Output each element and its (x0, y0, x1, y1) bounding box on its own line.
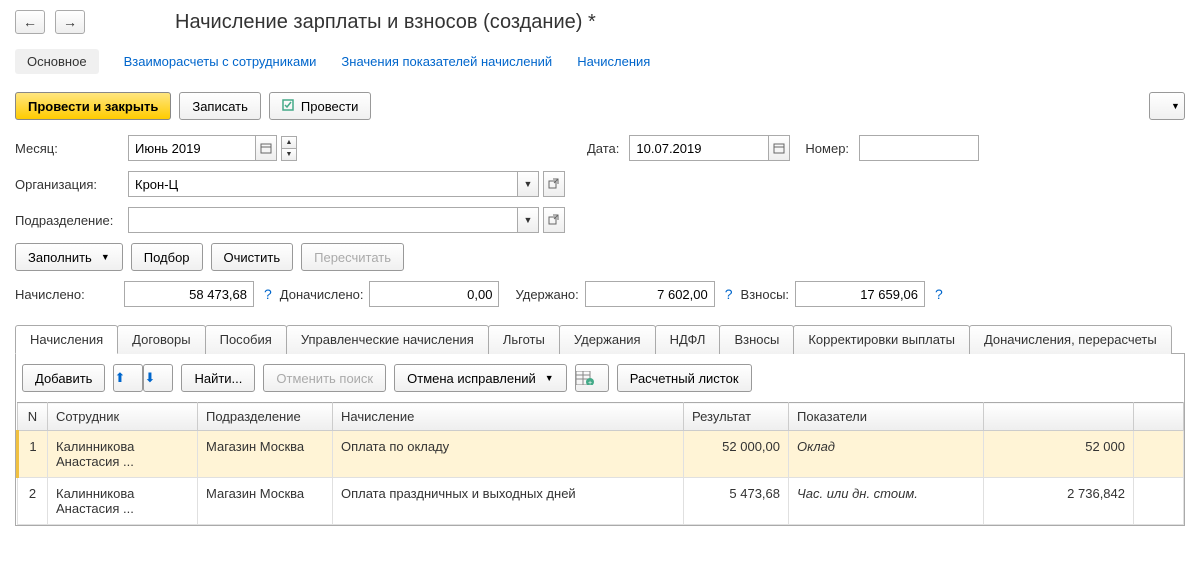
table-row[interactable]: 2 Калинникова Анастасия ... Магазин Моск… (18, 478, 1184, 525)
help-icon[interactable]: ? (935, 286, 943, 302)
accrued-label: Начислено: (15, 287, 118, 302)
col-dept[interactable]: Подразделение (198, 403, 333, 431)
col-extra[interactable] (1134, 403, 1184, 431)
additional-label: Доначислено: (280, 287, 364, 302)
post-and-close-button[interactable]: Провести и закрыть (15, 92, 171, 120)
find-button[interactable]: Найти... (181, 364, 255, 392)
tab-management[interactable]: Управленческие начисления (286, 325, 489, 354)
dept-dropdown-button[interactable]: ▼ (517, 207, 539, 233)
save-button[interactable]: Записать (179, 92, 261, 120)
org-dropdown-button[interactable]: ▼ (517, 171, 539, 197)
chevron-down-icon: ▼ (101, 252, 110, 262)
svg-text:+: + (588, 380, 592, 385)
link-accruals[interactable]: Начисления (577, 54, 650, 69)
dept-label: Подразделение: (15, 213, 118, 228)
accruals-table: N Сотрудник Подразделение Начисление Рез… (16, 402, 1184, 525)
dept-open-button[interactable] (543, 207, 565, 233)
contrib-label: Взносы: (741, 287, 790, 302)
recalc-button[interactable]: Пересчитать (301, 243, 404, 271)
number-input[interactable] (859, 135, 979, 161)
payslip-button[interactable]: Расчетный листок (617, 364, 752, 392)
forward-button[interactable]: → (55, 10, 85, 34)
tab-contracts[interactable]: Договоры (117, 325, 205, 354)
month-input[interactable] (128, 135, 256, 161)
add-button[interactable]: Добавить (22, 364, 105, 392)
cancel-search-button[interactable]: Отменить поиск (263, 364, 386, 392)
chevron-down-icon: ▼ (524, 179, 533, 189)
open-icon (548, 178, 560, 190)
tab-contributions[interactable]: Взносы (719, 325, 794, 354)
post-button[interactable]: Провести (269, 92, 372, 120)
org-open-button[interactable] (543, 171, 565, 197)
tab-additional[interactable]: Доначисления, перерасчеты (969, 325, 1172, 354)
columns-icon: + (576, 371, 594, 385)
chevron-down-icon: ▼ (524, 215, 533, 225)
chevron-down-icon: ▼ (1171, 101, 1180, 111)
move-up-button[interactable]: ⬆ (113, 364, 143, 392)
calendar-button[interactable] (255, 135, 277, 161)
number-label: Номер: (805, 141, 849, 156)
withheld-value[interactable] (585, 281, 715, 307)
withheld-label: Удержано: (515, 287, 578, 302)
col-employee[interactable]: Сотрудник (48, 403, 198, 431)
post-icon (282, 99, 296, 113)
link-indicators[interactable]: Значения показателей начислений (341, 54, 552, 69)
accrued-value[interactable] (124, 281, 254, 307)
tab-corrections[interactable]: Корректировки выплаты (793, 325, 970, 354)
more-button[interactable]: ▼ (1149, 92, 1185, 120)
table-row[interactable]: 1 Калинникова Анастасия ... Магазин Моск… (18, 431, 1184, 478)
tab-withholdings[interactable]: Удержания (559, 325, 656, 354)
back-button[interactable]: ← (15, 10, 45, 34)
tab-accruals[interactable]: Начисления (15, 325, 118, 354)
col-n[interactable]: N (18, 403, 48, 431)
additional-value[interactable] (369, 281, 499, 307)
select-button[interactable]: Подбор (131, 243, 203, 271)
fill-button[interactable]: Заполнить▼ (15, 243, 123, 271)
chevron-down-icon: ▼ (545, 373, 554, 383)
month-down-button[interactable]: ▼ (281, 148, 297, 161)
org-label: Организация: (15, 177, 118, 192)
month-label: Месяц: (15, 141, 118, 156)
date-calendar-button[interactable] (768, 135, 790, 161)
move-down-button[interactable]: ⬇ (143, 364, 173, 392)
calendar-icon (773, 142, 785, 154)
col-result[interactable]: Результат (684, 403, 789, 431)
arrow-up-icon: ⬆ (114, 370, 125, 386)
columns-button[interactable]: + (575, 364, 609, 392)
help-icon[interactable]: ? (264, 286, 272, 302)
page-title: Начисление зарплаты и взносов (создание)… (175, 11, 596, 34)
tab-main[interactable]: Основное (15, 49, 99, 74)
dept-input[interactable] (128, 207, 518, 233)
open-icon (548, 214, 560, 226)
cancel-fixes-button[interactable]: Отмена исправлений▼ (394, 364, 567, 392)
col-ind-value[interactable] (984, 403, 1134, 431)
calendar-icon (260, 142, 272, 154)
date-label: Дата: (587, 141, 619, 156)
tab-privileges[interactable]: Льготы (488, 325, 560, 354)
link-settlements[interactable]: Взаиморасчеты с сотрудниками (124, 54, 317, 69)
contrib-value[interactable] (795, 281, 925, 307)
clear-button[interactable]: Очистить (211, 243, 294, 271)
col-accrual[interactable]: Начисление (333, 403, 684, 431)
help-icon[interactable]: ? (725, 286, 733, 302)
date-input[interactable] (629, 135, 769, 161)
arrow-down-icon: ⬇ (144, 370, 155, 386)
tab-benefits[interactable]: Пособия (205, 325, 287, 354)
org-input[interactable] (128, 171, 518, 197)
col-indicators[interactable]: Показатели (789, 403, 984, 431)
tab-ndfl[interactable]: НДФЛ (655, 325, 721, 354)
